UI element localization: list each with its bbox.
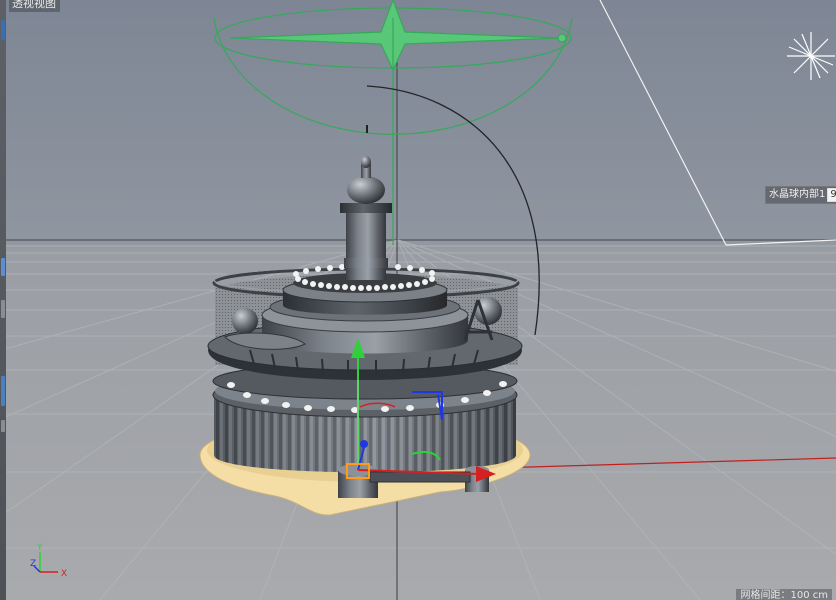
selected-object-name: 水晶球内部1 [769,189,826,200]
view-name-label[interactable]: 透视视图 [9,0,60,12]
viewport-scene[interactable] [0,0,836,600]
axis-y-label: Y [36,543,43,553]
axis-orientation-gizmo: Y Z X [30,540,80,585]
3d-viewport[interactable]: 透视视图 水晶球内部1 9 网格间距：100 cm Y Z X [0,0,836,600]
selected-object-label: 水晶球内部1 9 [765,186,836,204]
selected-object-tail: 9 [827,188,836,202]
grid-spacing-label: 网格间距：100 cm [736,589,832,600]
light-star [787,32,835,80]
left-toolbar-edge [0,0,6,600]
axis-x-label: X [61,569,67,579]
axis-z-label: Z [30,559,36,569]
